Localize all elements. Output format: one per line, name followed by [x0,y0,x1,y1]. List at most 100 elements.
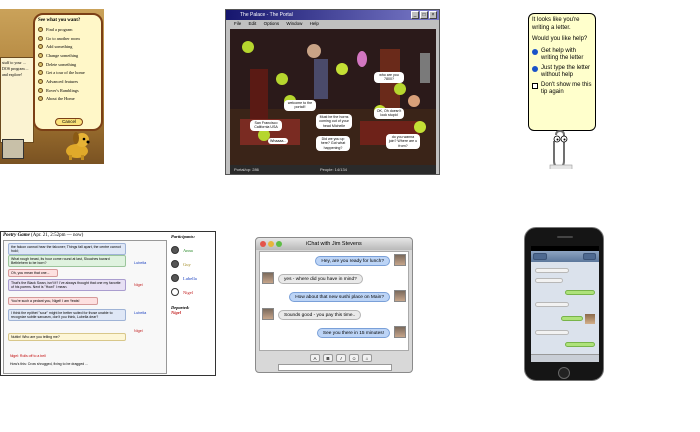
sms-bubble-incoming [535,278,563,283]
bullet-icon [38,35,43,41]
back-button[interactable] [533,253,547,260]
participants-title: Participants: [171,234,196,239]
poetry-game-panel: Poetry Game (Apr. 21, 2:52pm — now) the … [0,231,216,376]
attach-button[interactable]: ⌂ [362,354,372,362]
bob-menu-item-label: Rover's Ramblings [46,87,79,93]
font-button[interactable]: A [310,354,320,362]
bob-menu-item[interactable]: Find a program [38,25,99,34]
menu-file[interactable]: File [234,21,241,26]
bullet-icon [38,44,43,50]
iphone-panel [520,224,608,384]
participant-name: Nigel [183,289,193,295]
bullet-icon [38,78,43,84]
chat-message: How's this: Crow shrugged, fixing to be … [10,362,89,366]
ichat-title: iChat with Jim Stevens [306,241,362,247]
participant-item[interactable]: Anna [171,243,215,257]
menu-options[interactable]: Options [264,21,280,26]
menu-window[interactable]: Window [286,21,302,26]
avatar [262,308,274,320]
chat-message: You're such a pedant you, Nigel! I am Ye… [8,297,98,306]
speaker-label: Nigel [134,283,143,287]
bob-menu-item-label: Add something [46,44,73,50]
bob-panel: stuff to your ... DOS program ... and ex… [0,9,104,164]
bob-menu-item[interactable]: About the Home [38,95,99,104]
chat-message: Nigel: Rolls off to a bell [10,354,46,358]
participants-list: Participants: Anna Guy Lubella Nigel Dep… [171,234,215,374]
bob-menu-item[interactable]: Go to another room [38,34,99,43]
chat-message: I think the epithet "sour" might be bett… [8,309,126,322]
poetry-title: Poetry Game [3,233,30,238]
bold-button[interactable]: B [323,354,333,362]
menu-edit[interactable]: Edit [249,21,257,26]
menu-help[interactable]: Help [310,21,319,26]
avatar [394,254,406,266]
participant-item[interactable]: Nigel [171,285,215,299]
palace-status-right: People: 14/134 [320,167,347,172]
sms-bubble-incoming [535,302,569,307]
participant-circle-icon [171,288,179,296]
palace-title-bar: The Palace - The Portal [226,10,439,20]
clippy-checkbox-label: Don't show me this tip again [541,81,592,96]
chat-bubble-incoming: Sounds good - you pay this time.. [278,310,362,320]
bob-menu-item[interactable]: Delete something [38,60,99,69]
bob-menu-item[interactable]: Rover's Ramblings [38,86,99,95]
bob-menu-item[interactable]: Advanced features [38,77,99,86]
participant-item[interactable]: Lubella [171,271,215,285]
bob-menu-item[interactable]: Get a tour of the home [38,68,99,77]
avatar [585,314,595,324]
participant-item[interactable]: Guy [171,257,215,271]
minimize-button[interactable]: _ [411,11,419,19]
avatar [394,326,406,338]
iphone-device [524,227,604,381]
clippy-line-2: Would you like help? [532,36,588,42]
sms-bubble-outgoing [565,342,595,347]
bob-menu-item[interactable]: Add something [38,42,99,51]
clippy-tip-balloon: It looks like you're writing a letter. W… [528,13,596,131]
sms-compose-bar[interactable] [531,354,599,362]
minimize-light-icon[interactable] [268,241,274,247]
participant-name: Anna [183,247,193,253]
bob-menu-item-label: Advanced features [46,78,79,84]
ichat-message-input[interactable] [278,364,392,371]
checkbox-icon[interactable] [532,82,538,89]
chat-message: the falcon cannot hear the falconer; Thi… [8,243,126,256]
avatar [394,290,406,302]
bob-menu-item[interactable]: Change something [38,51,99,60]
rover-dog-icon[interactable] [60,127,94,161]
bullet-icon [38,52,43,58]
poetry-meta: (Apr. 21, 2:52pm — now) [31,233,84,238]
bob-cancel-button[interactable]: Cancel [55,118,83,126]
edit-button[interactable] [583,253,596,260]
clippy-line-1: It looks like you're writing a letter. [532,17,580,31]
clippy-panel: It looks like you're writing a letter. W… [520,9,600,169]
participant-circle-icon [171,260,179,268]
close-light-icon[interactable] [260,241,266,247]
chat-bubble-outgoing: See you there in 15 minutes! [316,328,390,338]
zoom-light-icon[interactable] [276,241,282,247]
smiley-button[interactable]: ☺ [349,354,359,362]
palace-status-bar: Portal/op: 286 People: 14/134 [230,165,436,174]
palace-chat-bubble: San Francisco California USA [250,120,282,131]
italic-button[interactable]: I [336,354,346,362]
bullet-icon [38,87,43,93]
clippy-option-no-help[interactable]: Just type the letter without help [532,65,592,80]
palace-chat-bubble: OK, Oh doesn't look stupid [374,108,404,119]
sms-bubble-outgoing [565,290,595,295]
palace-chat-bubble: Whaaaa... [268,138,288,145]
palace-chat-bubble: Must be the horns coming out of your hea… [316,114,352,130]
bullet-icon [38,26,43,32]
participant-circle-icon [171,246,179,254]
maximize-button[interactable]: □ [420,11,428,19]
clippy-option-help[interactable]: Get help with writing the letter [532,48,592,63]
close-button[interactable]: × [429,11,437,19]
ichat-window: iChat with Jim Stevens Hey, are you read… [255,237,413,373]
home-button[interactable] [558,367,570,379]
poetry-chat-log[interactable]: the falcon cannot hear the falconer; Thi… [3,240,167,374]
bob-menu-title: See what you want? [38,18,81,23]
bob-help-menu: See what you want? Find a program Go to a… [33,13,103,131]
clippy-dont-show-checkbox[interactable]: Don't show me this tip again [532,82,592,97]
ichat-transcript[interactable]: Hey, are you ready for lunch? yes - wher… [259,251,409,351]
palace-title: The Palace - The Portal [240,12,293,18]
paperclip-icon[interactable] [546,129,576,169]
sms-screen[interactable] [531,246,599,362]
